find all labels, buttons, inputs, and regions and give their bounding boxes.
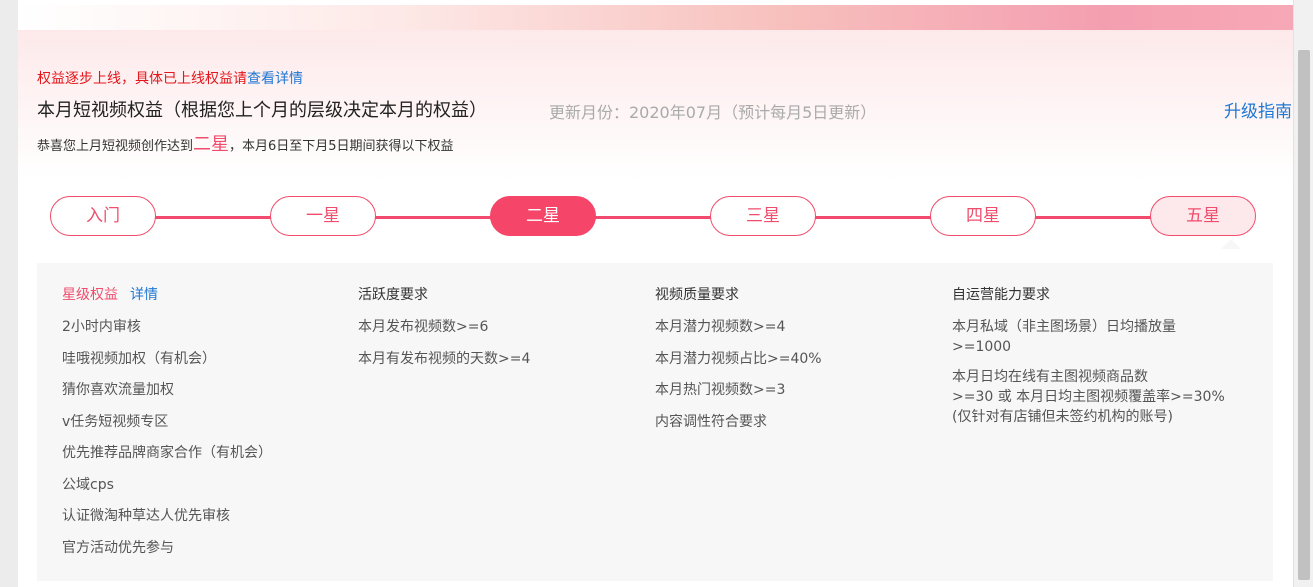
list-item: 本月潜力视频占比>=40% <box>655 350 822 367</box>
list-item: 哇哦视频加权（有机会） <box>62 350 216 367</box>
list-item: 认证微淘种草达人优先审核 <box>62 508 230 524</box>
activity-list: 本月发布视频数>=6 本月有发布视频的天数>=4 <box>358 317 530 369</box>
update-month-info: 更新月份：2020年07月（预计每月5日更新） <box>549 103 877 122</box>
benefits-card: 权益逐步上线，具体已上线权益请查看详情 本月短视频权益（根据您上个月的层级决定本… <box>18 30 1293 587</box>
activity-heading: 活跃度要求 <box>358 287 428 303</box>
notice-message: 权益逐步上线，具体已上线权益请 <box>37 71 247 87</box>
list-item: 本月日均在线有主图视频商品数 >=30 或 本月日均主图视频覆盖率>=30% (… <box>952 367 1252 427</box>
scrollbar-thumb[interactable] <box>1298 50 1310 580</box>
level-tab-4-star[interactable]: 四星 <box>930 196 1036 236</box>
list-item: 猜你喜欢流量加权 <box>62 382 174 398</box>
benefits-column: 星级权益 详情 2小时内审核 哇哦视频加权（有机会） 猜你喜欢流量加权 v任务短视… <box>62 285 272 569</box>
level-detail-panel: 星级权益 详情 2小时内审核 哇哦视频加权（有机会） 猜你喜欢流量加权 v任务短视… <box>37 263 1273 581</box>
level-tab-3-star[interactable]: 三星 <box>710 196 816 236</box>
page-title: 本月短视频权益（根据您上个月的层级决定本月的权益） <box>37 100 487 121</box>
list-item: 内容调性符合要求 <box>655 413 767 430</box>
vertical-scrollbar[interactable] <box>1293 0 1313 587</box>
benefits-heading: 星级权益 详情 <box>62 285 272 305</box>
list-item: 本月热门视频数>=3 <box>655 382 786 398</box>
quality-heading: 视频质量要求 <box>655 287 739 303</box>
requirement-line: 本月日均在线有主图视频商品数 <box>952 369 1148 385</box>
quality-column: 视频质量要求 本月潜力视频数>=4 本月潜力视频占比>=40% 本月热门视频数>… <box>655 285 822 443</box>
notice-text: 权益逐步上线，具体已上线权益请查看详情 <box>37 68 303 88</box>
operation-heading: 自运营能力要求 <box>952 287 1050 303</box>
level-tab-rumen[interactable]: 入门 <box>50 196 156 236</box>
list-item: 本月发布视频数>=6 <box>358 319 489 335</box>
achieved-level: 二星 <box>193 134 230 155</box>
benefits-detail-link[interactable]: 详情 <box>130 287 158 303</box>
list-item: 官方活动优先参与 <box>62 539 174 556</box>
top-banner <box>18 0 1293 30</box>
panel-pointer <box>1221 239 1241 249</box>
operation-column: 自运营能力要求 本月私域（非主图场景）日均播放量 >=1000 本月日均在线有主… <box>952 285 1252 437</box>
title-row: 本月短视频权益（根据您上个月的层级决定本月的权益） 更新月份：2020年07月（… <box>37 96 1292 124</box>
view-details-link[interactable]: 查看详情 <box>247 71 303 87</box>
requirement-line: >=30 或 本月日均主图视频覆盖率>=30% <box>952 389 1225 405</box>
benefits-title: 星级权益 <box>62 287 118 303</box>
requirement-line: 本月私域（非主图场景）日均播放量 <box>952 319 1176 335</box>
list-item: 2小时内审核 <box>62 319 141 335</box>
level-tab-1-star[interactable]: 一星 <box>270 196 376 236</box>
list-item: v任务短视频专区 <box>62 413 169 430</box>
track-line <box>90 216 1218 219</box>
level-track: 入门 一星 二星 三星 四星 五星 <box>50 196 1258 249</box>
congrats-message: 恭喜您上月短视频创作达到二星，本月6日至下月5日期间获得以下权益 <box>37 130 454 156</box>
requirement-line: >=1000 <box>952 339 1012 355</box>
quality-list: 本月潜力视频数>=4 本月潜力视频占比>=40% 本月热门视频数>=3 内容调性… <box>655 317 822 432</box>
congrats-prefix: 恭喜您上月短视频创作达到 <box>37 139 194 154</box>
list-item: 本月潜力视频数>=4 <box>655 319 786 335</box>
list-item: 本月有发布视频的天数>=4 <box>358 350 531 367</box>
list-item: 本月私域（非主图场景）日均播放量 >=1000 <box>952 317 1252 357</box>
list-item: 优先推荐品牌商家合作（有机会） <box>62 445 272 461</box>
operation-list: 本月私域（非主图场景）日均播放量 >=1000 本月日均在线有主图视频商品数 >… <box>952 317 1252 427</box>
requirement-note: (仅针对有店铺但未签约机构的账号) <box>952 409 1173 425</box>
benefits-list: 2小时内审核 哇哦视频加权（有机会） 猜你喜欢流量加权 v任务短视频专区 优先推… <box>62 317 272 558</box>
level-tab-5-star[interactable]: 五星 <box>1150 196 1256 236</box>
level-tab-2-star[interactable]: 二星 <box>490 196 596 236</box>
upgrade-guide-link[interactable]: 升级指南 <box>1224 97 1292 122</box>
list-item: 公域cps <box>62 476 114 493</box>
banner-edge <box>18 0 1293 5</box>
activity-column: 活跃度要求 本月发布视频数>=6 本月有发布视频的天数>=4 <box>358 285 530 380</box>
congrats-suffix: ，本月6日至下月5日期间获得以下权益 <box>229 139 454 154</box>
